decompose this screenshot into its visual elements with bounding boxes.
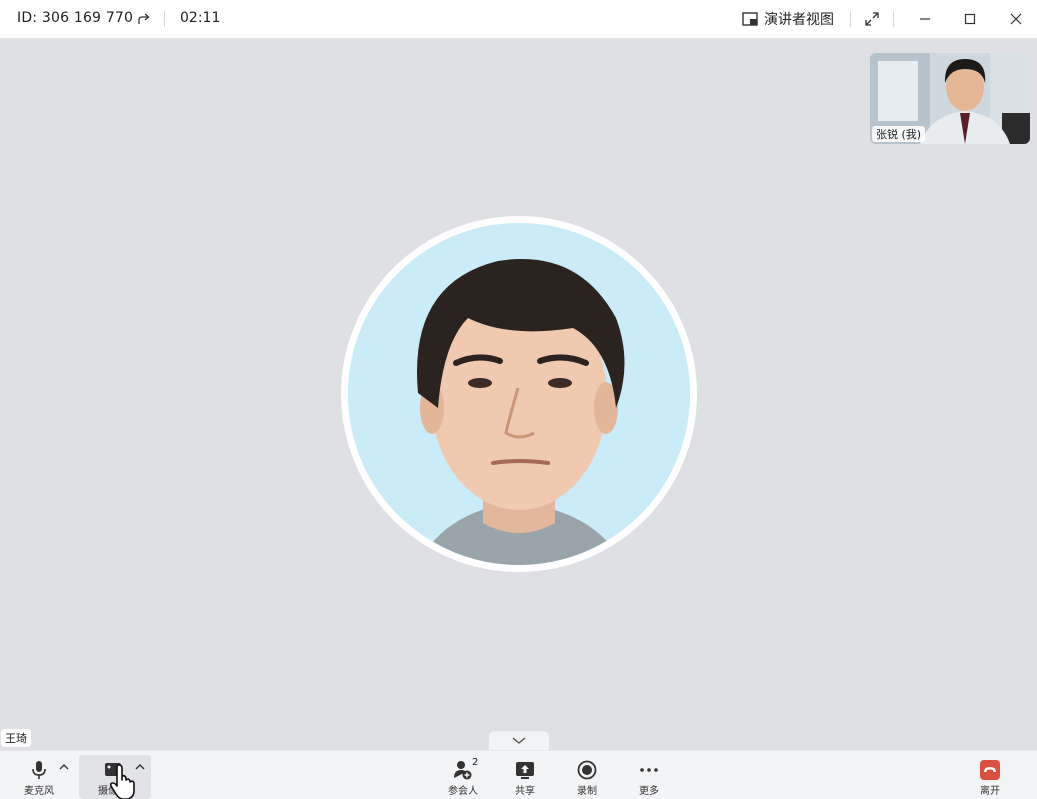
divider xyxy=(164,11,165,27)
speaker-avatar xyxy=(348,223,690,565)
presenter-view-label: 演讲者视图 xyxy=(764,12,834,28)
divider xyxy=(850,11,851,27)
mic-options-caret-icon[interactable] xyxy=(58,761,70,773)
meeting-timer: 02:11 xyxy=(180,10,221,26)
title-bar: ID: 306 169 770 02:11 演讲者视图 xyxy=(0,0,1037,39)
participants-label: 参会人 xyxy=(448,786,478,797)
close-icon xyxy=(1010,13,1022,25)
mic-label: 麦克风 xyxy=(24,786,54,797)
leave-label: 离开 xyxy=(980,786,1000,797)
close-button[interactable] xyxy=(1004,8,1028,30)
share-link-icon[interactable] xyxy=(136,11,152,27)
record-button[interactable]: 录制 xyxy=(561,756,613,798)
self-view-name: 张锐 (我) xyxy=(872,126,926,142)
meeting-id: ID: 306 169 770 xyxy=(17,10,134,26)
speaker-portrait-image xyxy=(348,223,690,565)
fullscreen-icon[interactable] xyxy=(864,11,880,27)
collapse-toolbar-button[interactable] xyxy=(489,731,549,751)
leave-button[interactable]: 离开 xyxy=(964,756,1016,798)
more-button[interactable]: 更多 xyxy=(623,756,675,798)
minimize-icon xyxy=(920,18,930,20)
maximize-icon xyxy=(964,13,976,25)
minimize-button[interactable] xyxy=(913,8,937,30)
speaker-name-tag: 王琦 xyxy=(1,729,31,747)
more-dots-icon xyxy=(640,768,658,772)
divider xyxy=(893,11,894,27)
video-stage: 张锐 (我) 王琦 xyxy=(0,40,1037,750)
chevron-down-icon xyxy=(512,737,526,744)
microphone-icon xyxy=(32,761,46,779)
participants-icon xyxy=(454,761,472,780)
self-video-thumbnail[interactable]: 张锐 (我) xyxy=(870,53,1030,144)
share-screen-icon xyxy=(516,762,534,779)
hang-up-icon xyxy=(980,760,1000,780)
more-label: 更多 xyxy=(639,786,659,797)
share-label: 共享 xyxy=(515,786,535,797)
participants-button[interactable]: 参会人 xyxy=(437,756,489,798)
hand-cursor-icon xyxy=(109,764,135,799)
maximize-button[interactable] xyxy=(958,8,982,30)
record-icon xyxy=(577,760,597,780)
share-button[interactable]: 共享 xyxy=(499,756,551,798)
presenter-view-icon xyxy=(742,12,758,26)
presenter-view-button[interactable]: 演讲者视图 xyxy=(742,8,834,30)
meeting-toolbar: 麦克风 摄像头 参会人 2 共享 录制 更多 离开 xyxy=(0,750,1037,799)
participants-count: 2 xyxy=(472,757,479,768)
record-label: 录制 xyxy=(577,786,597,797)
